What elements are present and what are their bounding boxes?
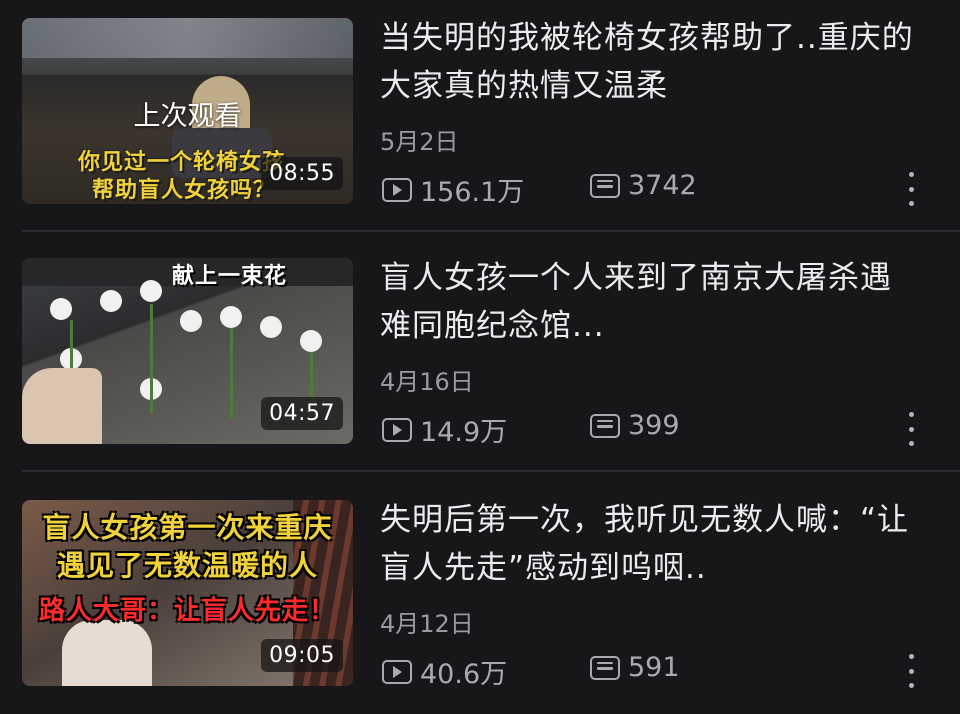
thumbnail-hand <box>62 620 152 686</box>
thumbnail-caption: 路人大哥：让盲人先走！ <box>38 596 336 626</box>
thumbnail-hand <box>22 368 102 444</box>
view-count: 14.9万 <box>382 410 507 449</box>
video-item[interactable]: 献上一束花 04:57 盲人女孩一个人来到了南京大屠杀遇难同胞纪念馆... 4月… <box>0 240 960 472</box>
thumbnail-background <box>22 18 353 58</box>
duration-badge: 09:05 <box>261 639 343 672</box>
more-vertical-icon[interactable] <box>902 654 920 688</box>
comment-count-icon <box>590 655 620 680</box>
watched-label: 上次观看 <box>133 101 242 132</box>
view-count-value: 40.6万 <box>420 659 508 690</box>
upload-date: 4月12日 <box>380 610 474 638</box>
comment-count-value: 591 <box>628 652 680 683</box>
view-count: 40.6万 <box>382 652 507 691</box>
comment-count-icon <box>590 173 620 198</box>
thumbnail-caption: 帮助盲人女孩吗？ <box>92 178 277 203</box>
duration-badge: 08:55 <box>261 157 343 190</box>
video-thumbnail[interactable]: 上次观看 你见过一个轮椅女孩 帮助盲人女孩吗？ 08:55 <box>22 18 353 204</box>
comment-count: 591 <box>590 652 680 683</box>
video-title[interactable]: 当失明的我被轮椅女孩帮助了..重庆的大家真的热情又温柔 <box>380 14 920 110</box>
list-divider <box>22 470 960 472</box>
comment-count-value: 399 <box>628 410 680 441</box>
play-count-icon <box>382 417 412 442</box>
video-item[interactable]: 盲人女孩第一次来重庆 遇见了无数温暖的人 路人大哥：让盲人先走！ 09:05 失… <box>0 482 960 714</box>
comment-count-value: 3742 <box>628 170 697 201</box>
thumbnail-caption: 遇见了无数温暖的人 <box>56 549 318 582</box>
upload-date: 4月16日 <box>380 368 474 396</box>
duration-badge: 04:57 <box>261 397 343 430</box>
comment-count: 3742 <box>590 170 697 201</box>
thumbnail-caption: 献上一束花 <box>172 264 288 289</box>
more-vertical-icon[interactable] <box>902 412 920 446</box>
comment-count-icon <box>590 413 620 438</box>
view-count: 156.1万 <box>382 170 524 209</box>
upload-date: 5月2日 <box>380 128 459 156</box>
thumbnail-caption: 盲人女孩第一次来重庆 <box>42 511 333 544</box>
video-thumbnail[interactable]: 献上一束花 04:57 <box>22 258 353 444</box>
play-count-icon <box>382 177 412 202</box>
video-thumbnail[interactable]: 盲人女孩第一次来重庆 遇见了无数温暖的人 路人大哥：让盲人先走！ 09:05 <box>22 500 353 686</box>
list-divider <box>22 230 960 232</box>
more-vertical-icon[interactable] <box>902 172 920 206</box>
view-count-value: 14.9万 <box>420 417 508 448</box>
video-item[interactable]: 上次观看 你见过一个轮椅女孩 帮助盲人女孩吗？ 08:55 当失明的我被轮椅女孩… <box>0 0 960 232</box>
video-list: 上次观看 你见过一个轮椅女孩 帮助盲人女孩吗？ 08:55 当失明的我被轮椅女孩… <box>0 0 960 705</box>
play-count-icon <box>382 659 412 684</box>
video-title[interactable]: 失明后第一次，我听见无数人喊：“让盲人先走”感动到呜咽.. <box>380 496 920 592</box>
comment-count: 399 <box>590 410 680 441</box>
view-count-value: 156.1万 <box>420 177 525 208</box>
video-title[interactable]: 盲人女孩一个人来到了南京大屠杀遇难同胞纪念馆... <box>380 254 920 350</box>
